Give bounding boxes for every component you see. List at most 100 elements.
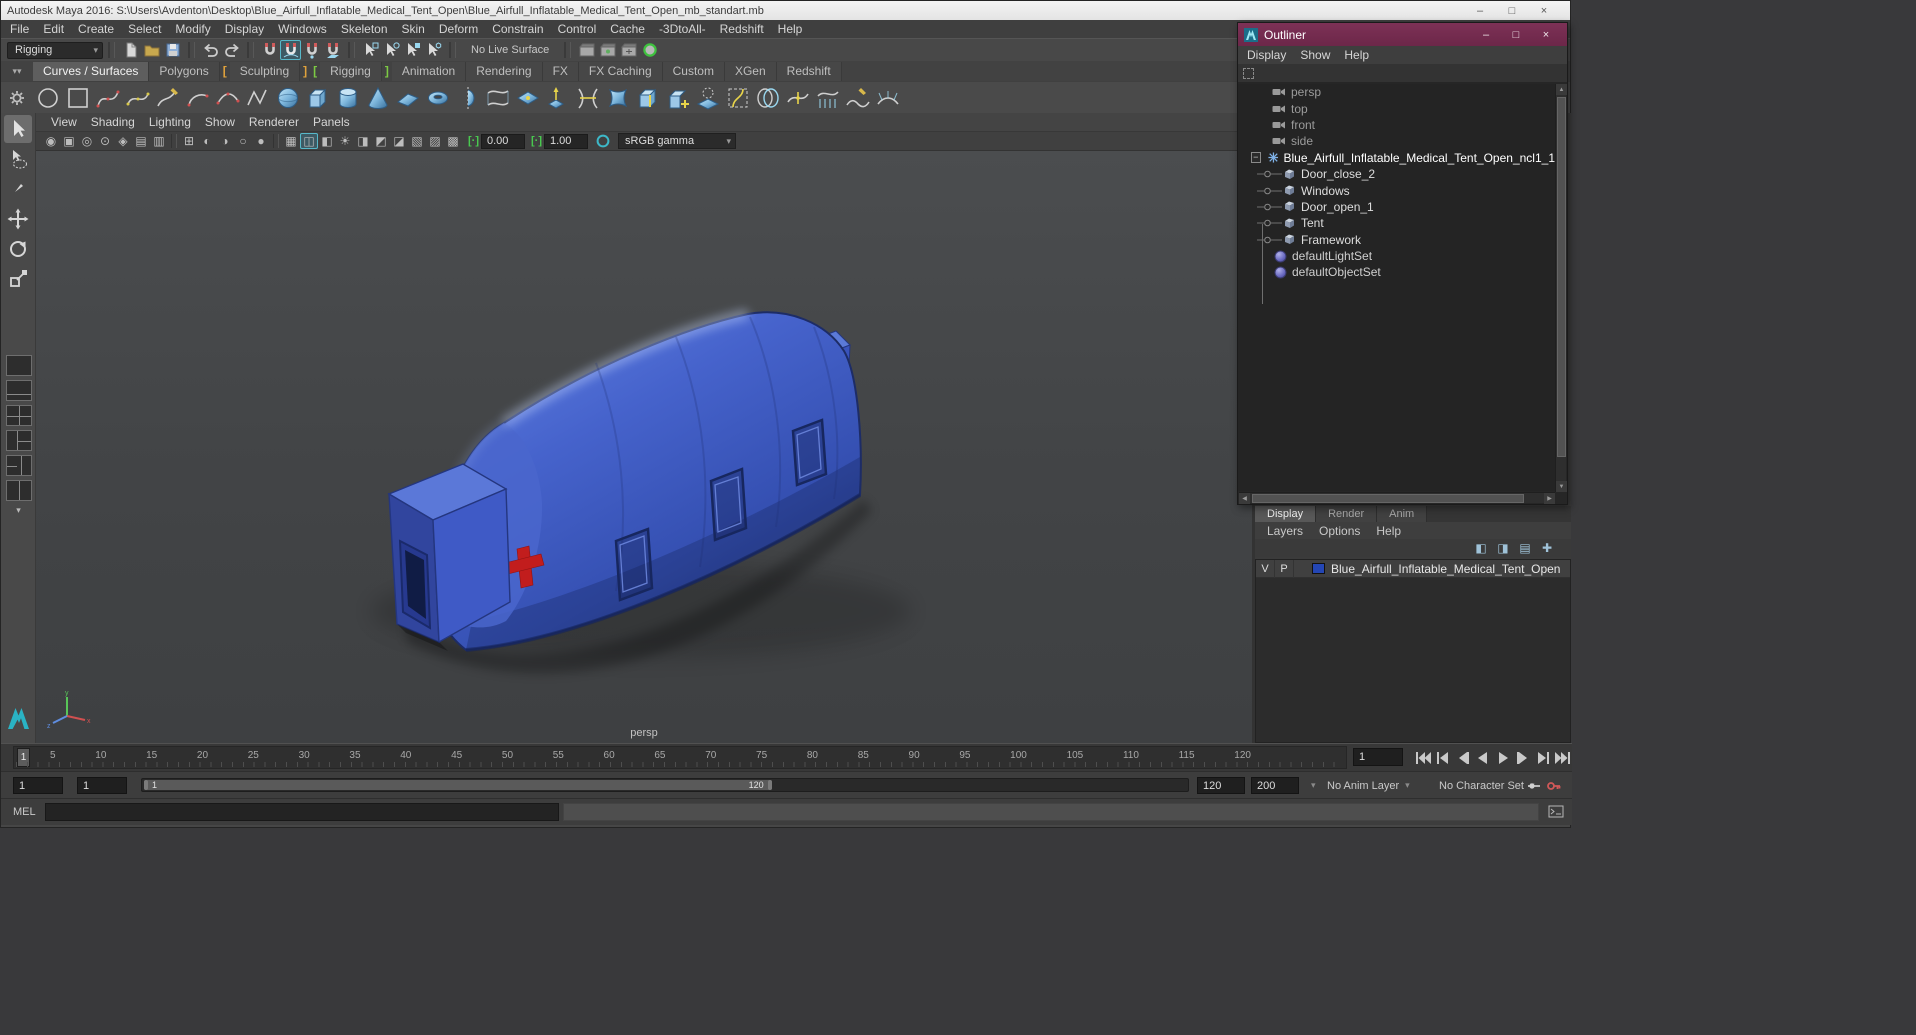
extrude-icon[interactable] [544,84,572,112]
resolution-gate-icon[interactable]: ◑ [216,133,234,149]
tab-render[interactable]: Render [1316,506,1378,522]
outliner-item-tent-root[interactable]: − Blue_Airfull_Inflatable_Medical_Tent_O… [1238,150,1555,166]
scrollbar-thumb[interactable] [1557,97,1566,457]
scroll-up-icon[interactable]: ▲ [1556,84,1567,95]
anim-layer-dropdown[interactable]: No Anim Layer ▾ [1327,777,1410,794]
maximize-icon[interactable]: □ [1501,29,1531,41]
bevel-plus-icon[interactable] [664,84,692,112]
menu-set-dropdown[interactable]: Rigging ▾ [7,41,103,59]
undo-icon[interactable] [200,40,221,60]
exposure-field[interactable]: 0.00 [481,133,525,149]
view-transform-dropdown[interactable]: sRGB gamma ▾ [618,133,736,149]
insert-knot-icon[interactable] [784,84,812,112]
sculpt-surface-icon[interactable] [844,84,872,112]
menu-item[interactable]: Display [218,20,271,38]
range-preset-dropdown[interactable]: ▾ [1305,777,1316,794]
playback-end-field[interactable]: 120 [1197,777,1245,794]
outliner-menu-item[interactable]: Show [1293,46,1337,64]
script-editor-icon[interactable] [1548,804,1564,820]
curve-editing-icon[interactable] [244,84,272,112]
step-forward-key-button[interactable] [1533,747,1552,768]
outliner-vertical-scrollbar[interactable]: ▲ ▼ [1555,84,1567,492]
outliner-menu-item[interactable]: Help [1337,46,1376,64]
playback-start-field[interactable]: 1 [77,777,127,794]
gamma-field[interactable]: 1.00 [544,133,588,149]
outliner-item-door-close[interactable]: Door_close_2 [1238,166,1555,182]
revolve-icon[interactable] [454,84,482,112]
animation-preferences-icon[interactable] [1525,777,1542,794]
planar-icon[interactable] [514,84,542,112]
shelf-tab-animation[interactable]: Animation [391,62,467,81]
outliner-item-persp[interactable]: persp [1238,84,1555,100]
toolbar-grip[interactable] [247,42,254,58]
command-line-input[interactable] [45,803,559,821]
render-current-frame-icon[interactable] [576,40,597,60]
lasso-tool[interactable] [4,145,32,173]
outliner-item-side[interactable]: side [1238,133,1555,149]
nurbs-cylinder-icon[interactable] [334,84,362,112]
layer-menu-item[interactable]: Layers [1259,522,1311,540]
step-back-frame-button[interactable] [1453,747,1472,768]
trim-icon[interactable] [724,84,752,112]
2d-pan-zoom-icon[interactable]: ▤ [132,133,150,149]
launch-render-view-icon[interactable] [639,40,660,60]
menu-item[interactable]: Help [771,20,810,38]
animation-end-field[interactable]: 200 [1251,777,1299,794]
select-object-icon[interactable] [381,40,402,60]
shelf-tab-redshift[interactable]: Redshift [776,62,842,81]
select-camera-icon[interactable]: ◉ [42,133,60,149]
lock-camera-icon[interactable]: ▣ [60,133,78,149]
shelf-tab-fx-caching[interactable]: FX Caching [578,62,663,81]
step-back-key-button[interactable] [1433,747,1452,768]
close-icon[interactable]: × [1528,5,1560,17]
range-slider-handle[interactable]: 1 120 [144,780,772,790]
move-tool[interactable] [4,205,32,233]
paint-select-tool[interactable] [4,175,32,203]
empty-layer-icon[interactable]: ▤ [1517,541,1533,555]
snap-to-grid-icon[interactable] [259,40,280,60]
xray-icon[interactable]: ▩ [444,133,462,149]
play-forwards-button[interactable] [1493,747,1512,768]
field-chart-icon[interactable]: ● [252,133,270,149]
menu-item[interactable]: Create [71,20,121,38]
menu-item[interactable]: -3DtoAll- [652,20,713,38]
outliner-menu-item[interactable]: Display [1240,46,1293,64]
cv-curve-icon[interactable] [94,84,122,112]
layout-three-pane-right-button[interactable] [5,455,32,476]
select-asset-icon[interactable] [423,40,444,60]
tab-anim[interactable]: Anim [1377,506,1428,522]
pencil-curve-icon[interactable] [154,84,182,112]
outliner-horizontal-scrollbar[interactable]: ◀ ▶ [1239,492,1555,504]
gamma-toggle-icon[interactable]: [·] [531,135,542,147]
ambient-occlusion-icon[interactable]: ◩ [372,133,390,149]
menu-item[interactable]: Skeleton [334,20,395,38]
nurbs-plane-icon[interactable] [394,84,422,112]
arc-3-point-icon[interactable] [214,84,242,112]
new-scene-icon[interactable] [120,40,141,60]
wireframe-mode-icon[interactable]: ▦ [282,133,300,149]
menu-item[interactable]: Windows [271,20,334,38]
menu-item[interactable]: Select [121,20,168,38]
smooth-surface-icon[interactable] [874,84,902,112]
panel-menu-item[interactable]: Lighting [142,113,198,131]
film-gate-icon[interactable]: ◐ [198,133,216,149]
use-all-lights-icon[interactable]: ☀ [336,133,354,149]
layout-three-pane-left-button[interactable] [5,430,32,451]
play-backwards-button[interactable] [1473,747,1492,768]
step-forward-frame-button[interactable] [1513,747,1532,768]
toolbar-grip[interactable] [564,42,572,58]
project-curve-icon[interactable] [694,84,722,112]
layout-four-pane-button[interactable] [5,405,32,426]
save-scene-icon[interactable] [162,40,183,60]
shelf-tab-fx[interactable]: FX [542,62,579,81]
grease-pencil-icon[interactable]: ▥ [150,133,168,149]
menu-item[interactable]: Control [551,20,604,38]
layer-name[interactable]: Blue_Airfull_Inflatable_Medical_Tent_Ope… [1331,562,1560,576]
panel-menu-item[interactable]: Panels [306,113,357,131]
menu-item[interactable]: Skin [395,20,432,38]
outliner-filter-icon[interactable] [1243,67,1254,79]
image-plane-icon[interactable]: ◈ [114,133,132,149]
minimize-icon[interactable]: – [1471,29,1501,41]
toolbar-grip[interactable] [449,42,456,58]
shelf-tab-xgen[interactable]: XGen [724,62,777,81]
